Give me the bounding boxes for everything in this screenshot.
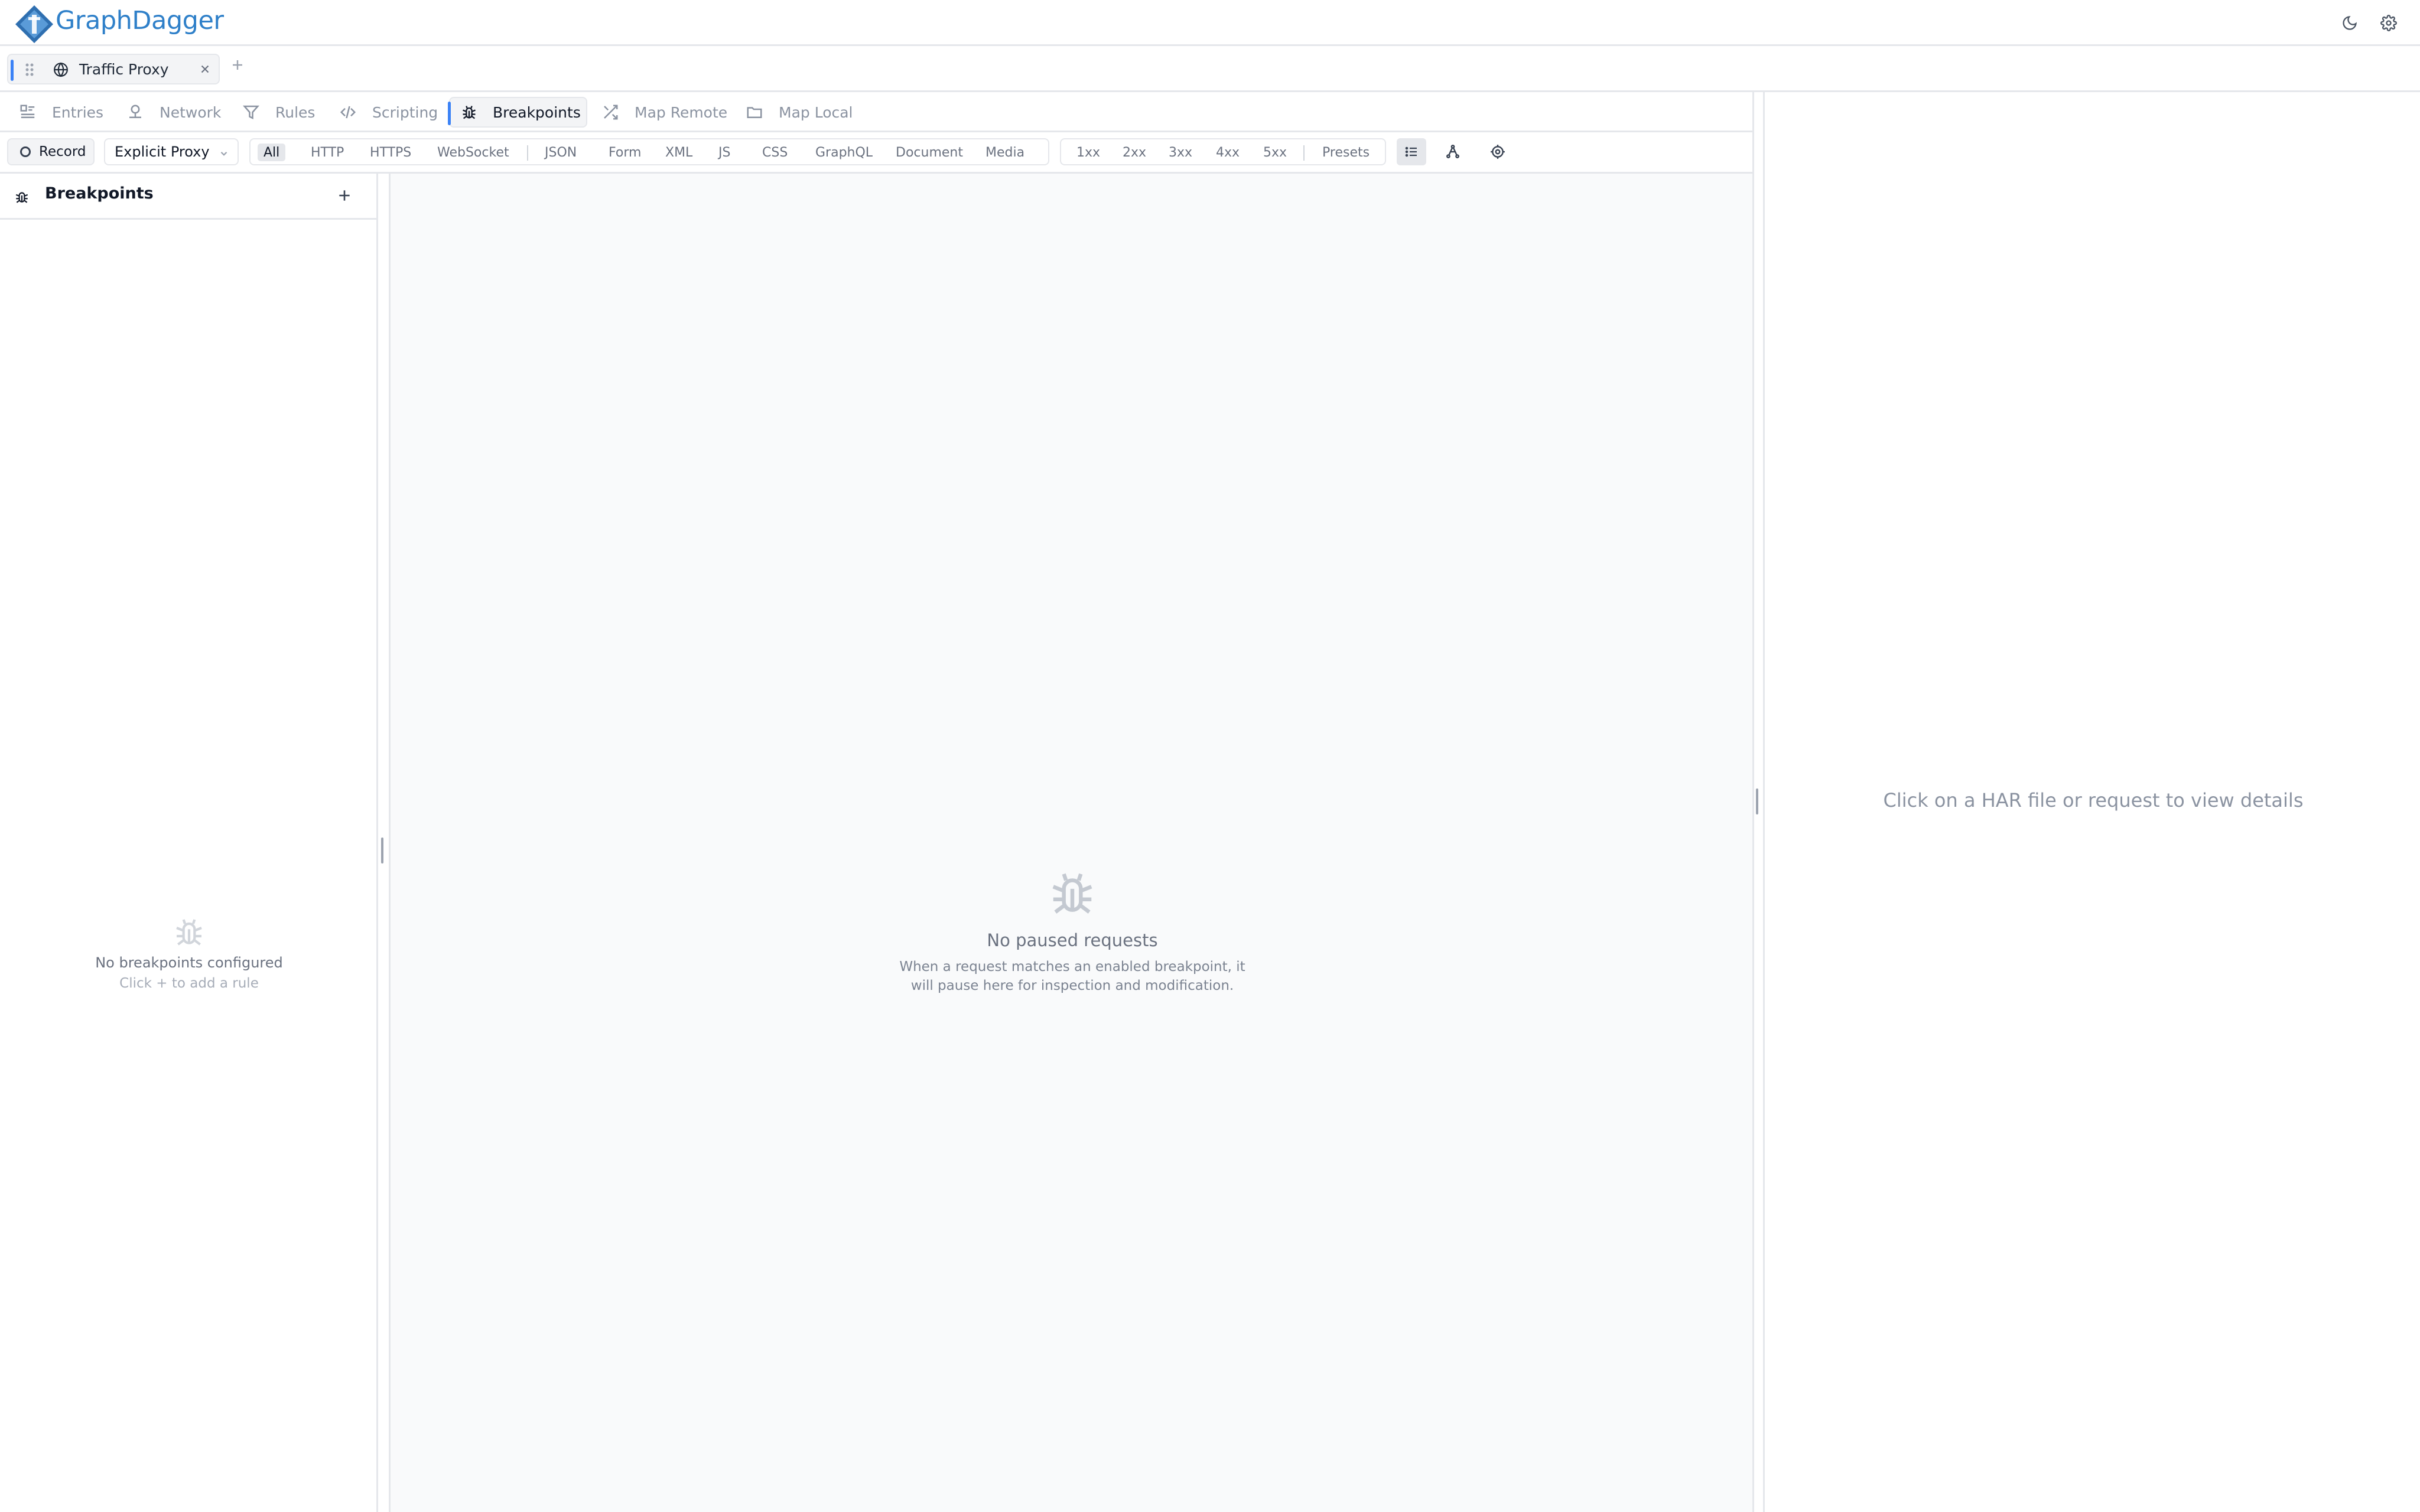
nav-entries-label: Entries [52, 103, 104, 121]
filter-separator [1303, 145, 1305, 161]
breakpoints-sidebar: Breakpoints No breakpoints configured Cl… [0, 174, 378, 1512]
paused-requests-title: No paused requests [987, 930, 1158, 950]
status-filter-group: 1xx 2xx 3xx 4xx 5xx Presets [1060, 138, 1386, 165]
sidebar-header: Breakpoints [0, 174, 378, 220]
settings-button[interactable] [2377, 12, 2400, 34]
shuffle-icon [604, 105, 618, 120]
tab-title: Traffic Proxy [79, 61, 169, 78]
record-label: Record [39, 144, 86, 159]
add-tab-button[interactable] [230, 58, 245, 72]
nav-entries[interactable]: Entries [19, 97, 103, 128]
nav-map-remote[interactable]: Map Remote [601, 97, 727, 128]
add-breakpoint-button[interactable] [337, 188, 352, 203]
app-header: GraphDagger [0, 0, 2420, 46]
code-icon [340, 106, 356, 119]
chevron-down-icon [220, 151, 227, 156]
close-icon[interactable] [199, 63, 212, 76]
filter-4xx[interactable]: 4xx [1216, 144, 1240, 161]
gear-icon [2380, 15, 2397, 31]
filter-css[interactable]: CSS [762, 144, 788, 161]
main-workspace: Entries Network Rules Scripting Breakpoi… [0, 92, 1752, 1512]
record-button[interactable]: Record [7, 138, 95, 165]
proxy-mode-select[interactable]: Explicit Proxy [104, 138, 239, 165]
drag-handle-icon[interactable] [25, 62, 34, 77]
panel-divider [1752, 92, 1754, 1512]
filter-all[interactable]: All [258, 144, 286, 161]
nav-map-remote-label: Map Remote [635, 103, 728, 121]
nav-map-local[interactable]: Map Local [746, 97, 853, 128]
entries-icon [20, 105, 35, 118]
filter-websocket[interactable]: WebSocket [437, 144, 509, 161]
filter-2xx[interactable]: 2xx [1123, 144, 1146, 161]
list-view-button[interactable] [1397, 138, 1426, 165]
waterfall-view-button[interactable] [1438, 138, 1468, 165]
nav-breakpoints-label: Breakpoints [493, 103, 581, 121]
filter-separator [527, 145, 528, 161]
sidebar-title: Breakpoints [45, 184, 154, 203]
presets-button[interactable]: Presets [1322, 144, 1370, 161]
filter-3xx[interactable]: 3xx [1169, 144, 1192, 161]
filter-json[interactable]: JSON [545, 144, 577, 161]
bug-icon [1052, 873, 1092, 914]
record-icon [20, 146, 31, 157]
list-icon [1405, 146, 1417, 157]
filter-http[interactable]: HTTP [311, 144, 344, 161]
document-tab-strip: Traffic Proxy [0, 46, 2420, 92]
detail-placeholder: Click on a HAR file or request to view d… [1883, 789, 2304, 812]
graphdagger-logo-icon [15, 5, 53, 43]
tab-traffic-proxy[interactable]: Traffic Proxy [7, 54, 220, 84]
filter-media[interactable]: Media [985, 144, 1024, 161]
sidebar-empty-state: No breakpoints configured Click + to add… [0, 915, 378, 991]
section-nav: Entries Network Rules Scripting Breakpoi… [0, 92, 1752, 132]
filter-5xx[interactable]: 5xx [1263, 144, 1287, 161]
paused-requests-empty-state: No paused requests When a request matche… [391, 868, 1754, 995]
graph-icon [1446, 144, 1459, 158]
filter-form[interactable]: Form [609, 144, 641, 161]
gear-icon [1491, 145, 1505, 159]
filter-document[interactable]: Document [896, 144, 963, 161]
nav-rules-label: Rules [275, 103, 315, 121]
globe-icon [54, 62, 68, 77]
filter-toolbar: Record Explicit Proxy All HTTP HTTPS Web… [0, 132, 1752, 174]
filter-1xx[interactable]: 1xx [1076, 144, 1100, 161]
proxy-mode-value: Explicit Proxy [115, 144, 210, 160]
brand-name: GraphDagger [56, 6, 224, 35]
nav-scripting[interactable]: Scripting [339, 97, 438, 128]
content-type-filter-group: All HTTP HTTPS WebSocket JSON Form XML J… [249, 138, 1049, 165]
theme-toggle-button[interactable] [2338, 12, 2361, 34]
paused-requests-panel: No paused requests When a request matche… [389, 174, 1752, 1512]
filter-js[interactable]: JS [718, 144, 730, 161]
active-tab-indicator [11, 60, 14, 81]
folder-icon [747, 107, 762, 118]
bug-icon [463, 106, 476, 119]
sidebar-empty-hint: Click + to add a rule [119, 976, 259, 991]
bug-icon [15, 192, 28, 203]
filter-graphql[interactable]: GraphQL [815, 144, 873, 161]
bug-icon [176, 919, 202, 946]
nav-scripting-label: Scripting [372, 103, 438, 121]
detail-panel: Click on a HAR file or request to view d… [1763, 92, 2420, 1512]
sidebar-resize-handle[interactable] [381, 838, 383, 863]
nav-breakpoints[interactable]: Breakpoints [448, 97, 587, 128]
filter-https[interactable]: HTTPS [370, 144, 411, 161]
nav-network[interactable]: Network [126, 97, 221, 128]
filter-icon [242, 105, 260, 120]
nav-map-local-label: Map Local [779, 103, 853, 121]
nav-network-label: Network [160, 103, 222, 121]
paused-requests-text: When a request matches an enabled breakp… [899, 959, 1245, 993]
toolbar-settings-button[interactable] [1483, 138, 1512, 165]
nav-rules[interactable]: Rules [242, 97, 315, 128]
sidebar-empty-title: No breakpoints configured [95, 954, 283, 971]
detail-resize-handle[interactable] [1756, 788, 1758, 814]
moon-icon [2343, 16, 2357, 30]
filter-xml[interactable]: XML [665, 144, 692, 161]
network-icon [129, 105, 141, 118]
app-window: GraphDagger Traffic Proxy Entries Networ… [0, 0, 2420, 1512]
active-nav-indicator [448, 102, 451, 125]
